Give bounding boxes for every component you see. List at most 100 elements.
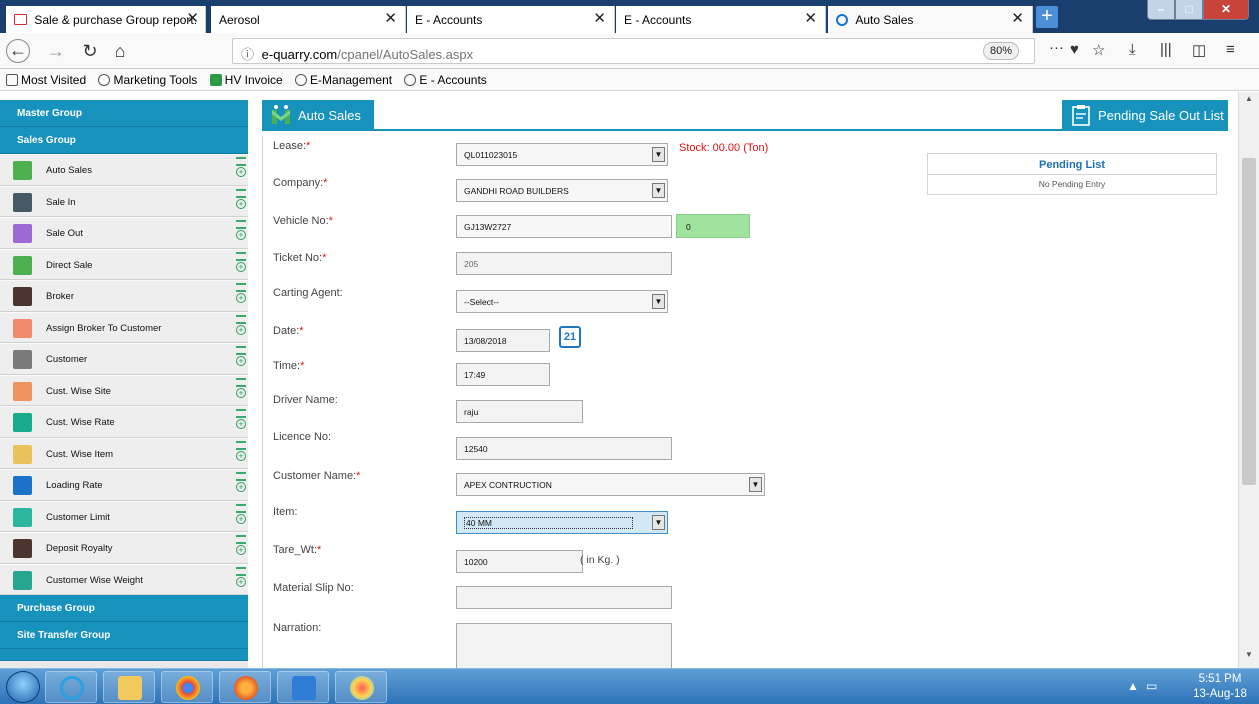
bookmark-most-visited[interactable]: Most Visited — [6, 73, 86, 87]
taskbar-ie[interactable] — [45, 671, 97, 703]
sidebar-item-cust-wise-rate[interactable]: Cust. Wise Rate + — [0, 406, 248, 438]
time-input[interactable]: 17:49 — [456, 363, 550, 386]
sidebar-item-customer-limit[interactable]: Customer Limit + — [0, 500, 248, 532]
add-icon[interactable]: + — [236, 387, 246, 398]
page-actions-icon[interactable]: ··· — [1049, 39, 1064, 56]
add-icon[interactable]: + — [236, 419, 246, 429]
add-icon[interactable]: + — [236, 261, 246, 272]
tab-sale-purchase-report[interactable]: Sale & purchase Group report. ✕ — [6, 6, 206, 33]
list-icon[interactable] — [236, 472, 246, 481]
add-icon[interactable]: + — [236, 167, 246, 177]
scroll-up-icon[interactable]: ▲ — [1239, 94, 1259, 110]
driver-name-input[interactable]: raju — [456, 400, 583, 423]
tab-aerosol[interactable]: Aerosol ✕ — [211, 6, 406, 33]
network-icon[interactable]: ▭ — [1146, 679, 1157, 693]
list-icon[interactable] — [236, 283, 246, 292]
list-icon[interactable] — [236, 346, 246, 355]
taskbar-firefox[interactable] — [219, 671, 271, 703]
bookmark-e-accounts[interactable]: E - Accounts — [404, 73, 487, 87]
close-icon[interactable]: ✕ — [1011, 11, 1024, 26]
lease-select[interactable]: QL011023015 ▼ — [456, 143, 668, 166]
add-icon[interactable]: + — [236, 576, 246, 587]
bookmark-hv-invoice[interactable]: HV Invoice — [209, 73, 283, 87]
tab-e-accounts-1[interactable]: E - Accounts ✕ — [407, 6, 615, 33]
list-icon[interactable] — [236, 409, 246, 418]
list-icon[interactable] — [236, 251, 246, 261]
new-tab-button[interactable]: + — [1036, 6, 1058, 28]
vertical-scrollbar[interactable]: ▲ ▼ — [1238, 92, 1259, 668]
show-hidden-icons[interactable]: ▲ — [1127, 679, 1139, 693]
window-close-button[interactable]: ✕ — [1203, 0, 1249, 20]
close-icon[interactable]: ✕ — [593, 11, 606, 26]
info-icon[interactable]: ⓘ — [241, 47, 254, 62]
list-icon[interactable] — [236, 314, 246, 324]
customer-name-select[interactable]: APEX CONTRUCTION ▼ — [456, 473, 765, 496]
sidebar-item-loading-rate[interactable]: Loading Rate + — [0, 469, 248, 501]
add-icon[interactable]: + — [236, 198, 246, 209]
url-bar[interactable]: ⓘ e-quarry.com/cpanel/AutoSales.aspx 80% — [232, 38, 1035, 64]
add-icon[interactable]: + — [236, 356, 246, 366]
list-icon[interactable] — [236, 220, 246, 229]
add-icon[interactable]: + — [236, 230, 246, 240]
taskbar-chrome[interactable] — [161, 671, 213, 703]
close-icon[interactable]: ✕ — [186, 11, 199, 26]
bookmark-e-management[interactable]: E-Management — [295, 73, 392, 87]
scroll-thumb[interactable] — [1242, 158, 1256, 485]
taskbar-paint[interactable] — [335, 671, 387, 703]
sidebar-group-purchase[interactable]: Purchase Group — [0, 595, 248, 622]
sidebar-group-site-transfer[interactable]: Site Transfer Group — [0, 622, 248, 649]
item-select[interactable]: 40 MM ▼ — [456, 511, 668, 534]
date-input[interactable]: 13/08/2018 — [456, 329, 550, 352]
download-icon[interactable]: ⤓ — [1129, 41, 1136, 58]
list-icon[interactable] — [236, 503, 246, 513]
add-icon[interactable]: + — [236, 450, 246, 461]
forward-button[interactable]: → — [44, 39, 68, 63]
add-icon[interactable]: + — [236, 293, 246, 303]
taskbar-explorer[interactable] — [103, 671, 155, 703]
material-slip-input[interactable] — [456, 586, 672, 609]
list-icon[interactable] — [236, 440, 246, 450]
taskbar-word[interactable] — [277, 671, 329, 703]
sidebar-item-cust-wise-item[interactable]: Cust. Wise Item + — [0, 437, 248, 469]
list-icon[interactable] — [236, 157, 246, 166]
page-title-tab[interactable]: Auto Sales — [262, 100, 374, 131]
minimize-button[interactable]: – — [1147, 0, 1175, 20]
maximize-button[interactable]: □ — [1175, 0, 1203, 20]
zoom-indicator[interactable]: 80% — [983, 42, 1019, 60]
sidebar-item-sale-in[interactable]: Sale In + — [0, 185, 248, 217]
close-icon[interactable]: ✕ — [804, 11, 817, 26]
menu-icon[interactable]: ≡ — [1226, 41, 1235, 58]
tare-weight-input[interactable]: 10200 — [456, 550, 583, 573]
sidebar-item-cust-wise-site[interactable]: Cust. Wise Site + — [0, 374, 248, 406]
bookmark-star-icon[interactable]: ☆ — [1092, 41, 1105, 59]
reload-button[interactable]: ↻ — [78, 39, 102, 63]
sidebar-icon[interactable]: ◫ — [1192, 41, 1206, 59]
list-icon[interactable] — [236, 377, 246, 387]
bookmark-marketing-tools[interactable]: Marketing Tools — [98, 73, 197, 87]
sidebar-item-customer[interactable]: Customer + — [0, 343, 248, 375]
add-icon[interactable]: + — [236, 545, 246, 555]
sidebar-group-sales[interactable]: Sales Group — [0, 127, 248, 154]
calendar-icon[interactable]: 21 — [559, 326, 581, 348]
sidebar-item-direct-sale[interactable]: Direct Sale + — [0, 248, 248, 280]
carting-agent-select[interactable]: --Select-- ▼ — [456, 290, 668, 313]
company-select[interactable]: GANDHI ROAD BUILDERS ▼ — [456, 179, 668, 202]
pending-sale-out-list-button[interactable]: Pending Sale Out List — [1062, 100, 1228, 131]
ticket-input[interactable]: 205 — [456, 252, 672, 275]
tab-e-accounts-2[interactable]: E - Accounts ✕ — [616, 6, 826, 33]
list-icon[interactable] — [236, 535, 246, 544]
close-icon[interactable]: ✕ — [384, 11, 397, 26]
sidebar-group-master[interactable]: Master Group — [0, 100, 248, 127]
sidebar-item-customer-wise-weight[interactable]: Customer Wise Weight + — [0, 563, 248, 595]
scroll-down-icon[interactable]: ▼ — [1239, 650, 1259, 666]
list-icon[interactable] — [236, 566, 246, 576]
vehicle-input[interactable]: GJ13W2727 — [456, 215, 672, 238]
sidebar-item-assign-broker-to-customer[interactable]: Assign Broker To Customer + — [0, 311, 248, 343]
sidebar-item-deposit-royalty[interactable]: Deposit Royalty + — [0, 532, 248, 564]
pocket-icon[interactable]: ♥ — [1070, 41, 1079, 58]
start-button[interactable] — [6, 671, 40, 703]
sidebar-group-partial[interactable] — [0, 649, 248, 661]
licence-input[interactable]: 12540 — [456, 437, 672, 460]
narration-textarea[interactable] — [456, 623, 672, 668]
tab-auto-sales[interactable]: Auto Sales ✕ — [828, 6, 1033, 33]
